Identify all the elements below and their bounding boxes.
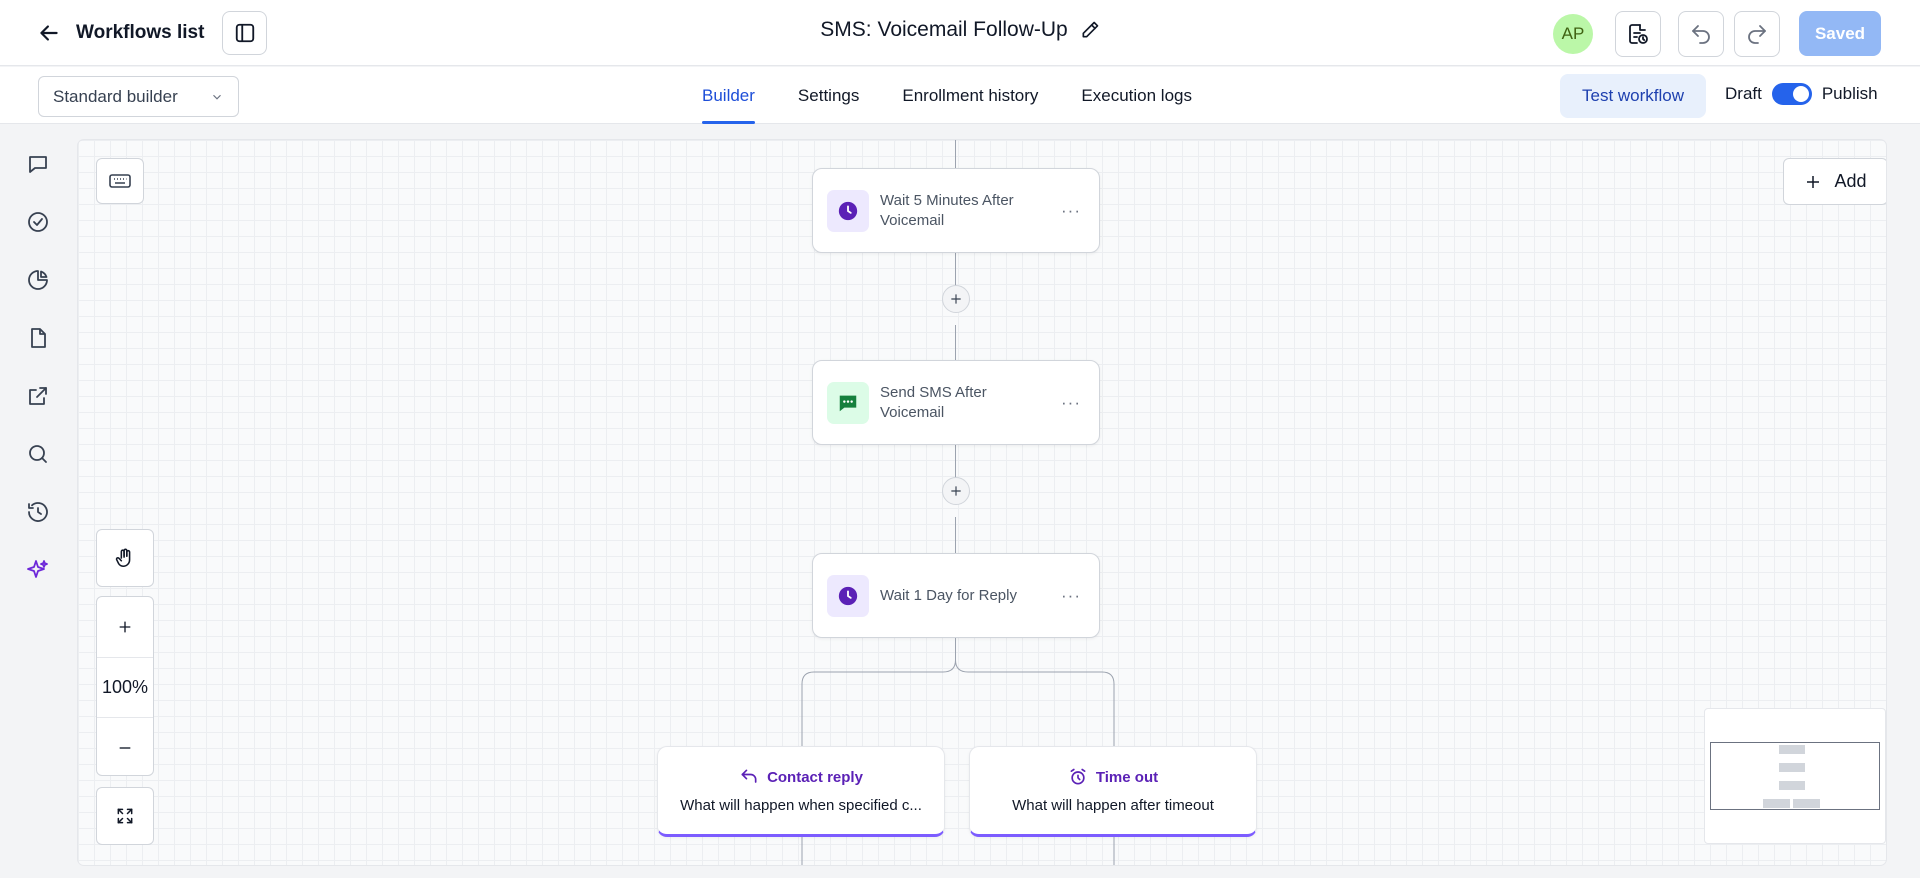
builder-select[interactable]: Standard builder [38,76,239,117]
add-label: Add [1834,171,1867,191]
workflow-title-group: SMS: Voicemail Follow-Up [820,18,1099,42]
plus-icon [951,486,961,496]
saved-button[interactable]: Saved [1799,11,1881,56]
workflow-title: SMS: Voicemail Follow-Up [820,18,1068,41]
plus-icon [119,621,131,633]
test-workflow-button[interactable]: Test workflow [1560,74,1706,118]
workflow-node-send-sms[interactable]: Send SMS After Voicemail ··· [812,360,1100,445]
toggle-sidebar-button[interactable] [222,11,267,55]
minimap-node [1779,745,1805,754]
reply-icon [741,769,757,783]
tabs: Builder Settings Enrollment history Exec… [702,67,1192,124]
chat-icon[interactable] [24,150,52,178]
branch-description: What will happen when specified c... [680,797,922,814]
left-rail [0,125,76,878]
connector-line [955,140,956,168]
publish-label: Publish [1821,84,1878,103]
redo-icon [1748,25,1766,44]
tab-settings[interactable]: Settings [798,67,859,124]
branch-title: Time out [970,767,1256,787]
branch-title-text: Time out [1095,768,1159,786]
document-clock-icon [1629,24,1648,44]
minimap-node [1793,799,1820,808]
search-icon[interactable] [24,440,52,468]
fit-view-button[interactable] [96,787,154,845]
add-button[interactable]: Add [1783,158,1886,205]
check-circle-icon[interactable] [24,208,52,236]
minimap-node [1763,799,1790,808]
redo-button[interactable] [1734,11,1780,57]
draft-label: Draft [1725,84,1762,103]
node-label: Send SMS After Voicemail [880,383,987,421]
more-options-icon[interactable]: ··· [1061,393,1081,413]
zoom-out-button[interactable] [97,717,153,777]
branch-time-out[interactable]: Time out What will happen after timeout [969,746,1257,837]
zoom-controls: 100% [96,596,154,776]
minimap[interactable] [1704,708,1886,844]
connector-line [955,325,956,361]
builder-select-value: Standard builder [53,86,178,106]
branch-title: Contact reply [658,767,944,787]
avatar[interactable]: AP [1553,14,1593,54]
minimap-node [1779,763,1805,772]
workflow-canvas[interactable]: Wait 5 Minutes After Voicemail ··· Send … [78,140,1886,865]
sparkles-icon[interactable] [24,556,52,584]
pan-tool-button[interactable] [96,529,154,587]
zoom-in-button[interactable] [97,597,153,657]
undo-button[interactable] [1678,11,1724,57]
plus-icon [951,294,961,304]
undo-icon [1692,25,1710,44]
clock-icon [827,189,869,232]
minimap-node [1779,781,1805,790]
keyboard-icon [109,174,131,188]
back-to-workflows-button[interactable]: Workflows list [36,18,204,48]
add-step-button[interactable] [942,477,970,505]
branch-contact-reply[interactable]: Contact reply What will happen when spec… [657,746,945,837]
plus-icon [1807,175,1820,188]
branch-description: What will happen after timeout [1012,797,1214,814]
more-options-icon[interactable]: ··· [1061,586,1081,606]
pencil-icon[interactable] [1080,20,1100,40]
workflow-notes-button[interactable] [1615,11,1661,57]
arrow-left-icon [40,25,58,41]
node-label: Wait 5 Minutes After Voicemail [880,191,1014,229]
sidebar-panel-icon [235,23,254,43]
tab-enrollment-history[interactable]: Enrollment history [902,67,1038,124]
more-options-icon[interactable]: ··· [1061,201,1081,221]
minus-icon [119,746,131,749]
publish-toggle-group: Draft Publish [1725,83,1878,105]
alarm-icon [1070,768,1086,785]
branch-title-text: Contact reply [767,768,863,786]
top-bar: Workflows list SMS: Voicemail Follow-Up … [0,0,1920,66]
workflow-node-wait-5-minutes[interactable]: Wait 5 Minutes After Voicemail ··· [812,168,1100,253]
sub-toolbar: Standard builder Builder Settings Enroll… [0,67,1920,124]
file-icon[interactable] [24,324,52,352]
connector-line [955,517,956,553]
expand-icon [117,808,133,824]
chevron-down-icon [213,94,221,100]
keyboard-shortcuts-button[interactable] [96,158,144,204]
message-icon [827,381,869,424]
tab-execution-logs[interactable]: Execution logs [1081,67,1192,124]
tab-builder[interactable]: Builder [702,67,755,124]
pie-chart-icon[interactable] [24,266,52,294]
external-link-icon[interactable] [24,382,52,410]
history-icon[interactable] [24,498,52,526]
publish-toggle[interactable] [1771,83,1812,105]
workflow-node-wait-1-day[interactable]: Wait 1 Day for Reply ··· [812,553,1100,638]
clock-icon [827,574,869,617]
add-step-button[interactable] [942,285,970,313]
hand-icon [115,548,131,568]
zoom-level: 100% [97,657,153,717]
node-label: Wait 1 Day for Reply [880,586,1017,604]
back-label: Workflows list [76,22,205,43]
